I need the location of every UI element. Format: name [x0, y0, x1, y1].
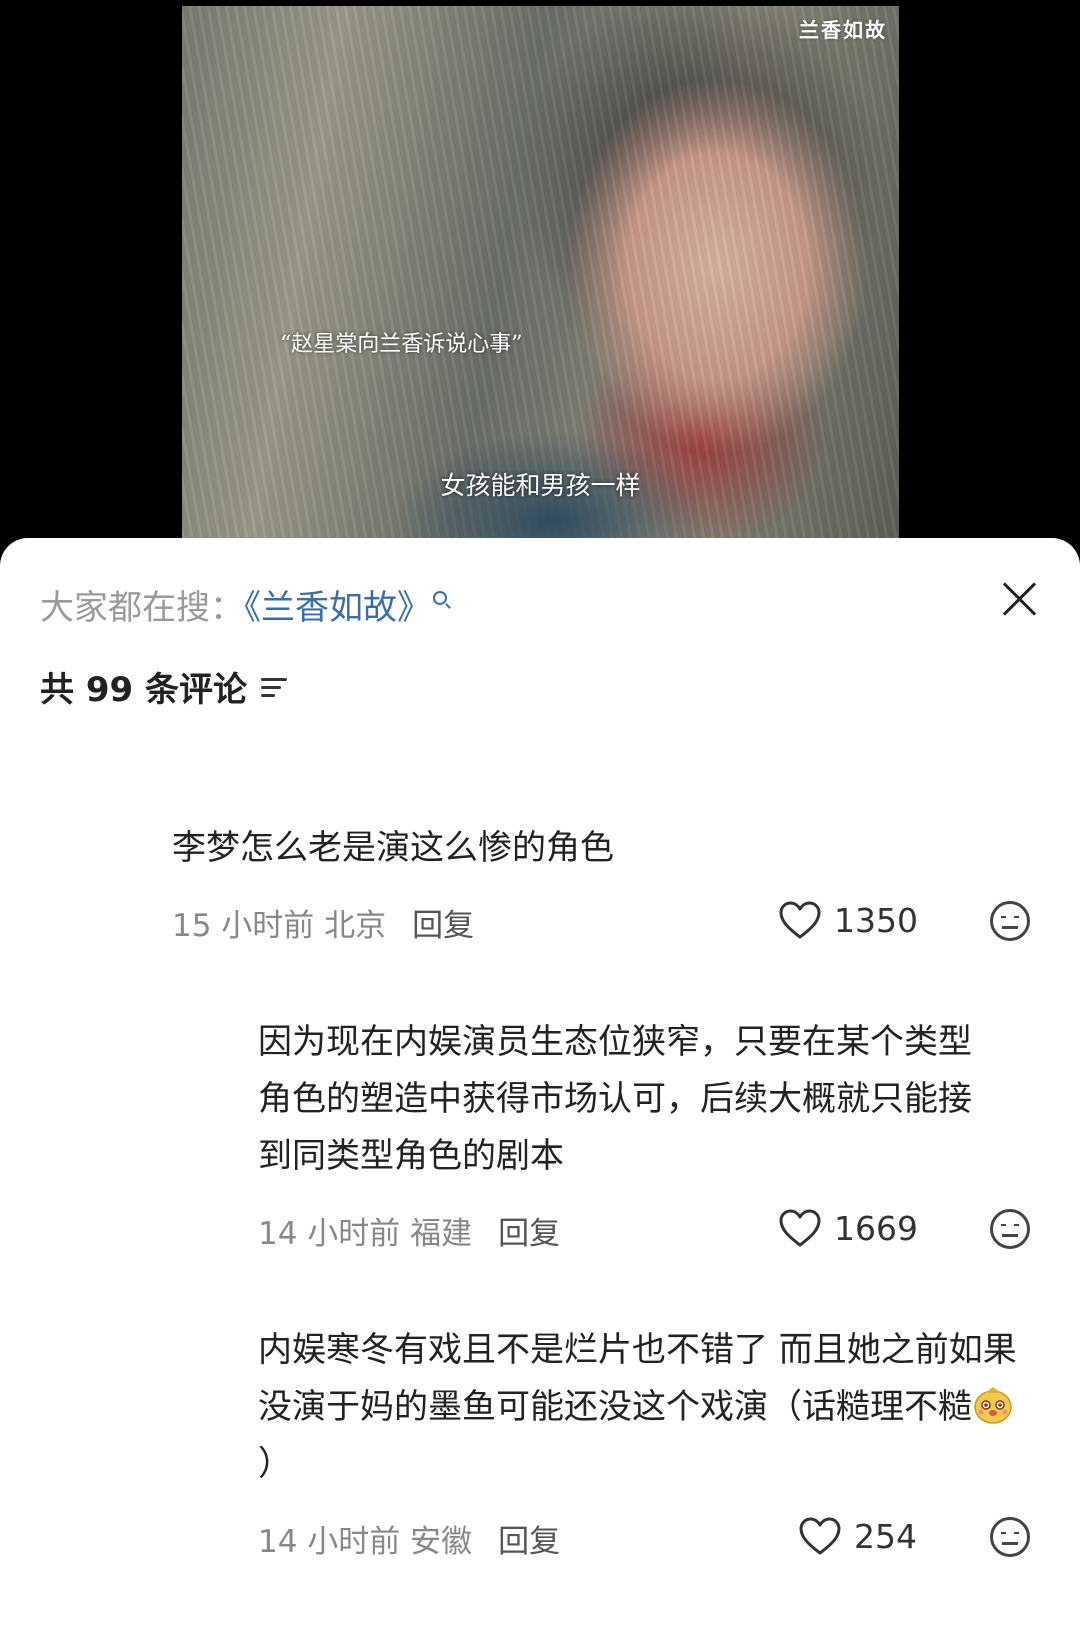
comment-time-location: 14 小时前 安徽	[258, 1524, 473, 1560]
comment-text-tail: ）	[258, 1444, 292, 1484]
reply-button[interactable]: 回复	[498, 1216, 560, 1252]
comment-count-header: 共 99 条评论	[40, 662, 289, 711]
search-term-link[interactable]: 《兰香如故》	[244, 588, 431, 628]
comment-time-location: 15 小时前 北京	[172, 908, 387, 944]
trending-search-row[interactable]: 大家都在搜：《兰香如故》	[40, 580, 447, 629]
like-button[interactable]: 254	[798, 1516, 917, 1556]
comment-text: 李梦怎么老是演这么惨的角色	[172, 828, 614, 868]
emoji-face-icon[interactable]	[990, 901, 1030, 941]
comment-count-label: 共 99 条评论	[40, 670, 247, 710]
comment-meta: 14 小时前 福建 回复	[258, 1208, 560, 1253]
like-button[interactable]: 1669	[778, 1208, 918, 1248]
close-icon[interactable]	[1002, 580, 1038, 616]
video-frame[interactable]: 兰香如故 “赵星棠向兰香诉说心事” 女孩能和男孩一样	[182, 6, 899, 541]
comment-meta: 14 小时前 安徽 回复	[258, 1516, 560, 1561]
search-icon	[433, 591, 447, 605]
reply-button[interactable]: 回复	[498, 1524, 560, 1560]
comment-time-location: 14 小时前 福建	[258, 1216, 473, 1252]
emoji-face-icon[interactable]	[990, 1517, 1030, 1557]
dog-sticker-icon	[974, 1386, 1012, 1424]
comment-text: 因为现在内娱演员生态位狭窄，只要在某个类型角色的塑造中获得市场认可，后续大概就只…	[258, 1022, 972, 1176]
video-caption-top: “赵星棠向兰香诉说心事”	[280, 332, 523, 357]
video-subtitle: 女孩能和男孩一样	[440, 471, 641, 500]
like-count: 1669	[834, 1208, 918, 1248]
reply-button[interactable]: 回复	[412, 908, 474, 944]
like-count: 1350	[834, 900, 918, 940]
sort-icon[interactable]	[261, 676, 289, 698]
comment-sheet: 大家都在搜：《兰香如故》 共 99 条评论 李梦怎么老是演这么惨的角色 15 小…	[0, 538, 1080, 1640]
like-count: 254	[854, 1516, 917, 1556]
heart-icon	[799, 1517, 841, 1555]
search-prefix-label: 大家都在搜：	[40, 588, 244, 628]
emoji-face-icon[interactable]	[990, 1209, 1030, 1249]
heart-icon	[779, 901, 821, 939]
comment-text: 内娱寒冬有戏且不是烂片也不错了 而且她之前如果没演于妈的墨鱼可能还没这个戏演（话…	[258, 1322, 1038, 1493]
heart-icon	[779, 1209, 821, 1247]
comment-text-body: 内娱寒冬有戏且不是烂片也不错了 而且她之前如果没演于妈的墨鱼可能还没这个戏演（话…	[258, 1330, 1017, 1427]
video-watermark: 兰香如故	[799, 18, 887, 42]
comment-meta: 15 小时前 北京 回复	[172, 900, 474, 945]
like-button[interactable]: 1350	[778, 900, 918, 940]
